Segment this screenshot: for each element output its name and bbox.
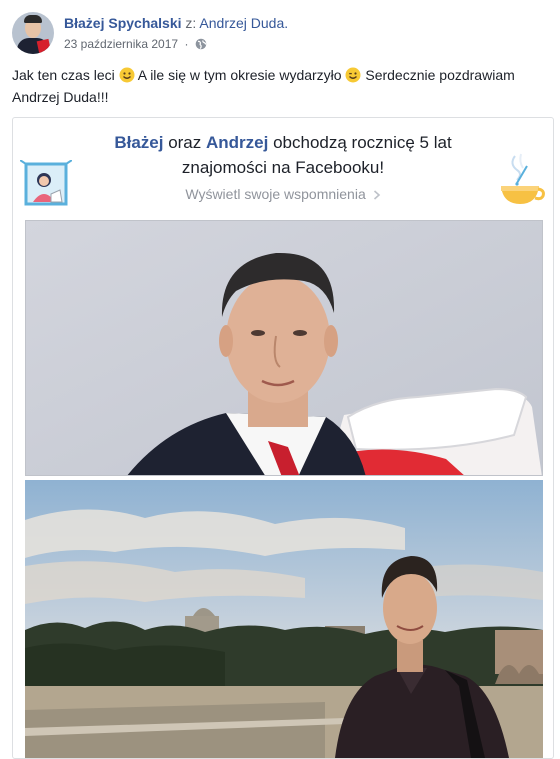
- author-avatar[interactable]: [12, 12, 54, 54]
- facebook-post: Błażej Spychalski z: Andrzej Duda. 23 pa…: [0, 0, 560, 759]
- post-message: Jak ten czas leci A ile się w tym okresi…: [12, 64, 542, 108]
- memory-photo-1[interactable]: [25, 220, 543, 476]
- friend-name-2[interactable]: Andrzej: [206, 133, 268, 152]
- friend-name-1[interactable]: Błażej: [114, 133, 163, 152]
- smile-emoji-icon: [119, 67, 135, 83]
- globe-icon[interactable]: [195, 38, 207, 50]
- with-label: z:: [185, 15, 197, 31]
- view-memories-label: Wyświetl swoje wspomnienia: [185, 186, 366, 202]
- travel-photo-illustration: [25, 480, 543, 758]
- author-name-link[interactable]: Błażej Spychalski: [64, 15, 182, 31]
- post-header: Błażej Spychalski z: Andrzej Duda.: [64, 14, 288, 32]
- conjunction: oraz: [168, 133, 202, 152]
- tagged-friend-link[interactable]: Andrzej Duda.: [199, 15, 288, 31]
- wink-emoji-icon: [345, 67, 361, 83]
- anniversary-title: Błażej oraz Andrzej obchodzą rocznicę 5 …: [83, 130, 483, 180]
- separator-dot: ·: [184, 37, 189, 51]
- post-text-part1: Jak ten czas leci: [12, 67, 115, 83]
- chevron-right-icon: [373, 190, 380, 200]
- post-date[interactable]: 23 października 2017: [64, 37, 178, 51]
- post-text-part2: A ile się w tym okresie wydarzyło: [137, 67, 342, 83]
- friendship-anniversary-card[interactable]: Błażej oraz Andrzej obchodzą rocznicę 5 …: [12, 117, 554, 759]
- memory-photo-2[interactable]: [25, 480, 543, 758]
- post-meta: 23 października 2017 ·: [64, 36, 207, 52]
- portrait-photo-illustration: [26, 221, 542, 475]
- view-memories-link[interactable]: Wyświetl swoje wspomnienia: [13, 186, 553, 202]
